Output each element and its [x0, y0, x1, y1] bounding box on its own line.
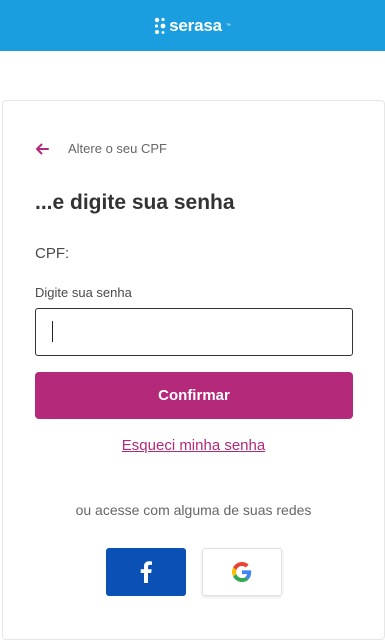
login-card: Altere o seu CPF ...e digite sua senha C… — [2, 100, 385, 640]
trademark-mark: ™ — [225, 22, 231, 29]
arrow-left-icon — [36, 143, 49, 154]
password-input[interactable] — [35, 308, 353, 356]
top-header: serasa ™ — [0, 0, 385, 51]
serasa-logo[interactable]: serasa ™ — [154, 16, 231, 36]
page-title: ...e digite sua senha — [35, 191, 235, 214]
social-login-label: ou acesse com alguma de suas redes — [75, 502, 312, 518]
serasa-logo-text: serasa — [169, 15, 222, 35]
google-login-button[interactable] — [202, 548, 282, 596]
facebook-login-button[interactable] — [106, 548, 186, 596]
facebook-icon — [140, 561, 152, 583]
back-label: Altere o seu CPF — [68, 141, 167, 156]
password-label: Digite sua senha — [35, 285, 132, 300]
serasa-logo-mark-icon — [154, 17, 166, 34]
google-icon — [232, 562, 252, 582]
back-to-cpf-link[interactable]: Altere o seu CPF — [35, 141, 167, 156]
forgot-password-link[interactable]: Esqueci minha senha — [3, 437, 384, 454]
text-caret — [52, 321, 53, 342]
confirm-button[interactable]: Confirmar — [35, 372, 353, 419]
cpf-label: CPF: — [35, 245, 70, 262]
